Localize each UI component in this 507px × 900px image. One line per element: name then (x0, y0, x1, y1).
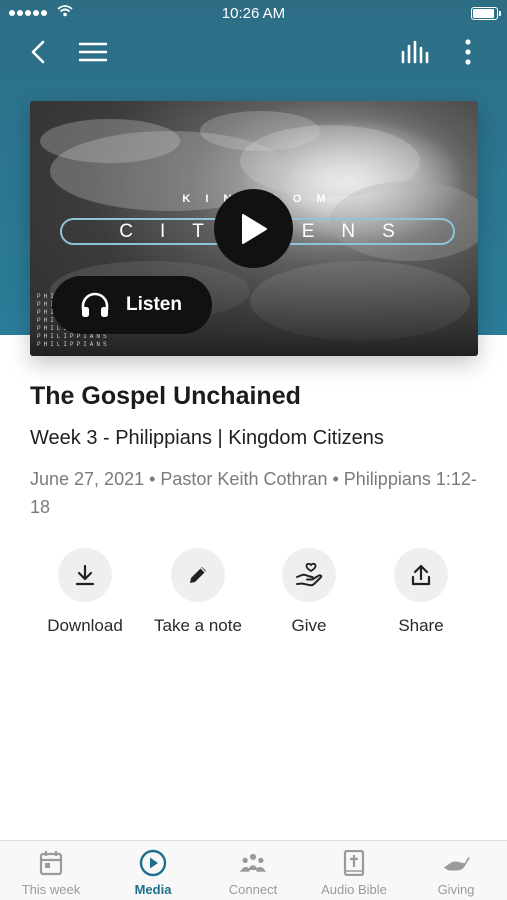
listen-button[interactable]: Listen (52, 276, 212, 334)
give-button[interactable]: Give (254, 548, 364, 636)
tab-label: This week (21, 882, 81, 897)
share-icon (411, 564, 431, 586)
audio-bars-icon (401, 40, 429, 64)
listen-label: Listen (126, 294, 182, 315)
give-hand-heart-icon (296, 562, 323, 587)
pattern-word: PHILIPPIANS (37, 341, 110, 348)
sermon-title: The Gospel Unchained (30, 382, 301, 410)
share-button[interactable]: Share (366, 548, 476, 636)
sermon-detail-screen: 10:26 AM PHILIPPIANS PHILIPPIANS Listen … (0, 0, 507, 900)
tab-label: Audio Bible (321, 882, 387, 897)
menu-button[interactable] (75, 34, 111, 70)
status-bar: 10:26 AM (0, 0, 507, 28)
tab-bar: This week Media Connect Audio Bible Givi… (0, 840, 507, 900)
tab-media[interactable]: Media (103, 849, 203, 897)
tab-label: Giving (437, 882, 475, 897)
share-label: Share (398, 616, 444, 635)
tab-giving[interactable]: Giving (406, 849, 506, 897)
download-label: Download (47, 616, 123, 635)
bible-icon (343, 850, 365, 876)
battery-icon (471, 7, 501, 20)
tab-audio-bible[interactable]: Audio Bible (304, 849, 404, 897)
back-button[interactable] (20, 34, 56, 70)
sermon-meta: June 27, 2021 • Pastor Keith Cothran • P… (30, 469, 477, 517)
headphones-icon (80, 289, 112, 321)
status-time: 10:26 AM (221, 5, 286, 22)
play-icon (241, 213, 267, 244)
play-circle-icon (139, 849, 167, 877)
pattern-word: PHILIPPIANS (37, 333, 110, 340)
download-icon (75, 564, 95, 586)
more-vertical-icon (465, 39, 471, 65)
sermon-subtitle: Week 3 - Philippians | Kingdom Citizens (30, 427, 384, 449)
pencil-icon (190, 567, 206, 583)
audio-visualizer-button[interactable] (397, 34, 433, 70)
people-icon (239, 853, 267, 872)
tab-label: Connect (228, 882, 278, 897)
hand-icon (443, 857, 470, 871)
chevron-left-icon (31, 40, 45, 64)
tab-connect[interactable]: Connect (203, 849, 303, 897)
more-options-button[interactable] (450, 34, 486, 70)
tab-this-week[interactable]: This week (1, 849, 101, 897)
calendar-icon (39, 851, 63, 876)
hamburger-menu-icon (79, 42, 107, 62)
play-button[interactable] (214, 189, 293, 268)
take-note-button[interactable]: Take a note (143, 548, 253, 636)
tab-label: Media (134, 882, 172, 897)
give-label: Give (291, 616, 327, 635)
take-note-label: Take a note (154, 616, 242, 635)
download-button[interactable]: Download (30, 548, 140, 636)
